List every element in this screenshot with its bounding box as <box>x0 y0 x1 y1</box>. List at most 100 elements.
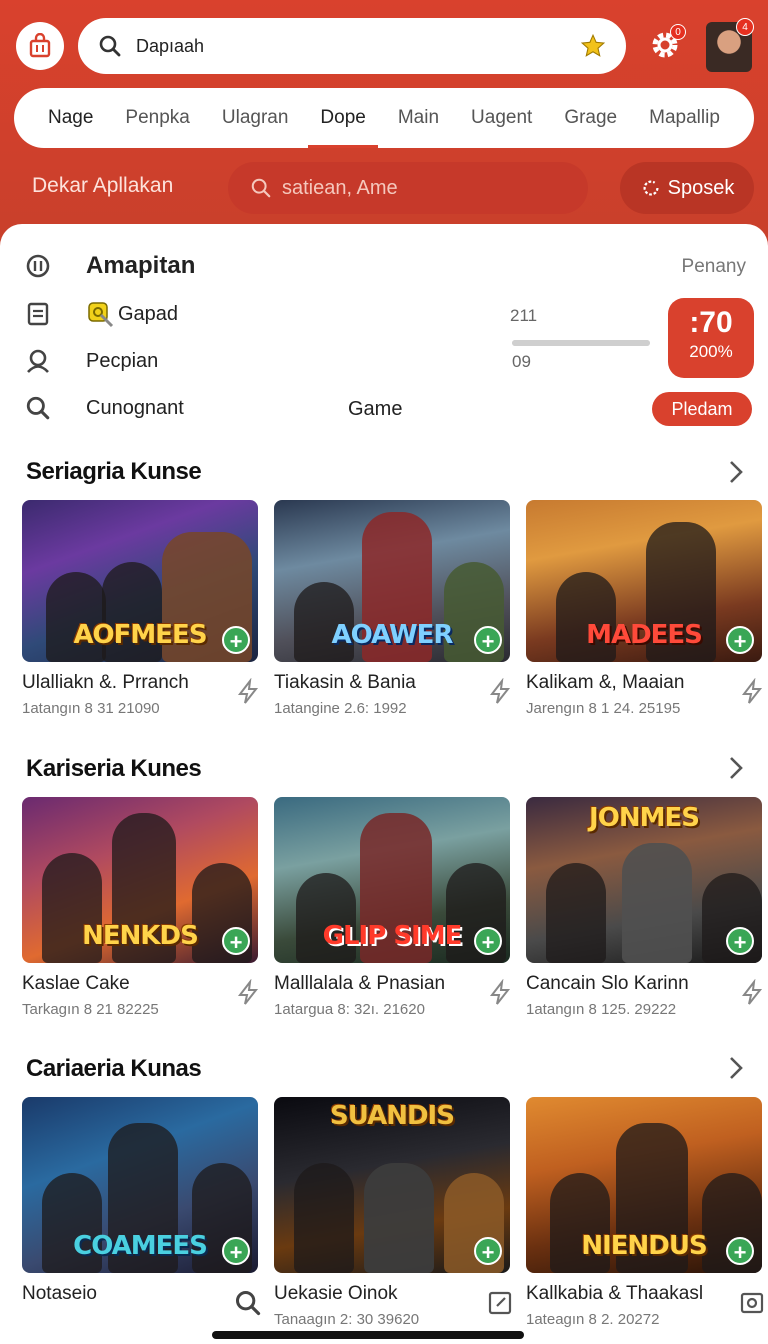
penany-link[interactable]: Penany <box>682 256 746 278</box>
game-card[interactable]: SUANDIS + Uekasie Oinok Tanaagın 2: 30 3… <box>274 1097 512 1328</box>
add-button[interactable]: + <box>474 1237 502 1265</box>
game-thumbnail[interactable]: GLIP SIME + <box>274 797 510 963</box>
search-bar[interactable]: Dapıaah <box>78 18 626 74</box>
game-title: Notaseio <box>22 1283 97 1304</box>
star-icon[interactable] <box>580 33 606 59</box>
game-card[interactable]: NENKDS + Kaslae Cake Tarkagın 8 21 82225 <box>22 797 259 1018</box>
lightning-icon[interactable] <box>486 678 514 706</box>
game-label: Game <box>348 398 403 420</box>
game-thumbnail[interactable]: COAMEES + <box>22 1097 258 1273</box>
add-button[interactable]: + <box>726 927 754 955</box>
add-button[interactable]: + <box>222 626 250 654</box>
game-card[interactable]: GLIP SIME + Malllalala & Pnasian 1atargu… <box>274 797 511 1018</box>
pledam-button[interactable]: Pledam <box>652 392 752 426</box>
sposek-button[interactable]: Sposek <box>620 162 754 214</box>
menu-item-label: Amapitan <box>86 252 196 279</box>
shopping-bag-icon <box>29 33 51 58</box>
menu-item-label: Gapad <box>118 302 179 325</box>
menu-item-label: Pecpian <box>86 349 159 372</box>
chevron-right-icon[interactable] <box>726 458 746 486</box>
lightning-icon[interactable] <box>234 678 262 706</box>
home-indicator[interactable] <box>212 1331 524 1339</box>
menu-item-gapad[interactable]: Gapad <box>22 298 178 330</box>
game-thumbnail[interactable]: JONMES + <box>526 797 762 963</box>
lightning-icon[interactable] <box>738 979 766 1007</box>
game-title: Ulalliakn &. Prranch <box>22 672 189 693</box>
tab-grage[interactable]: Grage <box>564 88 617 148</box>
refresh-icon <box>643 180 659 196</box>
settings-button[interactable]: 0 <box>648 24 686 64</box>
search-icon <box>99 35 121 57</box>
camera-icon[interactable] <box>738 1289 766 1317</box>
tab-ulagran[interactable]: Ulagran <box>222 88 289 148</box>
game-thumbnail[interactable]: AOFMEES + <box>22 500 258 662</box>
game-thumbnail[interactable]: MADEES + <box>526 500 762 662</box>
lightning-icon[interactable] <box>486 979 514 1007</box>
secondary-search[interactable]: satiean, Ame <box>228 162 588 214</box>
category-tabs: Nage Penpka Ulagran Dope Main Uagent Gra… <box>14 88 754 148</box>
lightning-icon[interactable] <box>738 678 766 706</box>
game-meta: 1atangın 8 31 21090 <box>22 700 160 717</box>
avatar[interactable]: 4 <box>706 18 754 72</box>
add-button[interactable]: + <box>222 1237 250 1265</box>
edit-icon[interactable] <box>486 1289 514 1317</box>
game-meta: Tanaagın 2: 30 39620 <box>274 1311 420 1328</box>
stat-progress-fill <box>512 340 650 346</box>
status-bar <box>0 0 768 10</box>
person-icon <box>22 345 54 377</box>
key-badge-icon <box>88 302 114 328</box>
game-card[interactable]: AOFMEES + Ulalliakn &. Prranch 1atangın … <box>22 500 259 717</box>
game-meta: Tarkagın 8 21 82225 <box>22 1001 159 1018</box>
game-thumbnail[interactable]: NIENDUS + <box>526 1097 762 1273</box>
game-card[interactable]: JONMES + Cancain Slo Karinn 1atangın 8 1… <box>526 797 763 1018</box>
game-title: Cancain Slo Karinn <box>526 973 689 994</box>
document-icon <box>22 298 54 330</box>
game-meta: 1atangın 8 125. 29222 <box>526 1001 677 1018</box>
menu-item-label: Cunognant <box>86 396 184 419</box>
search-icon <box>251 178 271 198</box>
coin-icon <box>22 250 54 282</box>
game-meta: 1ateagın 8 2. 20272 <box>526 1311 660 1328</box>
game-title: Kaslae Cake <box>22 973 130 994</box>
game-card[interactable]: NIENDUS + Kallkabia & Thaakasl 1ateagın … <box>526 1097 764 1328</box>
tab-uagent[interactable]: Uagent <box>471 88 532 148</box>
add-button[interactable]: + <box>726 1237 754 1265</box>
game-thumbnail[interactable]: SUANDIS + <box>274 1097 510 1273</box>
secondary-search-input[interactable]: satiean, Ame <box>282 177 398 200</box>
game-thumbnail[interactable]: AOAWER + <box>274 500 510 662</box>
tab-nage[interactable]: Nage <box>48 88 93 148</box>
score-card[interactable]: :70 200% <box>668 298 754 378</box>
menu-item-pecpian[interactable]: Pecpian <box>22 345 158 377</box>
menu-item-amapitan[interactable]: Amapitan <box>22 250 195 282</box>
stat-bottom: 09 <box>512 352 531 371</box>
chevron-right-icon[interactable] <box>726 754 746 782</box>
game-meta: Jarengın 8 1 24. 25195 <box>526 700 681 717</box>
section-title: Kariseria Kunes <box>26 755 202 782</box>
game-title: Malllalala & Pnasian <box>274 973 446 994</box>
lightning-icon[interactable] <box>234 979 262 1007</box>
game-logo: JONMES <box>589 803 700 833</box>
tab-dope[interactable]: Dope <box>308 88 379 148</box>
section-title: Cariaeria Kunas <box>26 1055 202 1082</box>
store-button[interactable] <box>16 22 64 70</box>
search-icon[interactable] <box>234 1289 262 1317</box>
tab-main[interactable]: Main <box>398 88 439 148</box>
add-button[interactable]: + <box>474 927 502 955</box>
chevron-right-icon[interactable] <box>726 1054 746 1082</box>
tab-penpka[interactable]: Penpka <box>125 88 189 148</box>
add-button[interactable]: + <box>726 626 754 654</box>
game-thumbnail[interactable]: NENKDS + <box>22 797 258 963</box>
add-button[interactable]: + <box>474 626 502 654</box>
game-title: Kallkabia & Thaakasl <box>526 1283 704 1304</box>
score-percent: 200% <box>689 342 733 361</box>
menu-item-cunognant[interactable]: Cunognant <box>22 392 184 424</box>
tab-mapallip[interactable]: Mapallip <box>649 88 720 148</box>
game-card[interactable]: COAMEES + Notaseio <box>22 1097 261 1316</box>
game-card[interactable]: AOAWER + Tiakasin & Bania 1atangine 2.6:… <box>274 500 511 717</box>
section-title: Seriagria Kunse <box>26 458 202 485</box>
add-button[interactable]: + <box>222 927 250 955</box>
search-input[interactable]: Dapıaah <box>136 36 580 57</box>
stat-top: 211 <box>510 306 538 325</box>
score-value: :70 <box>689 306 733 339</box>
game-card[interactable]: MADEES + Kalikam &, Maaian Jarengın 8 1 … <box>526 500 763 717</box>
